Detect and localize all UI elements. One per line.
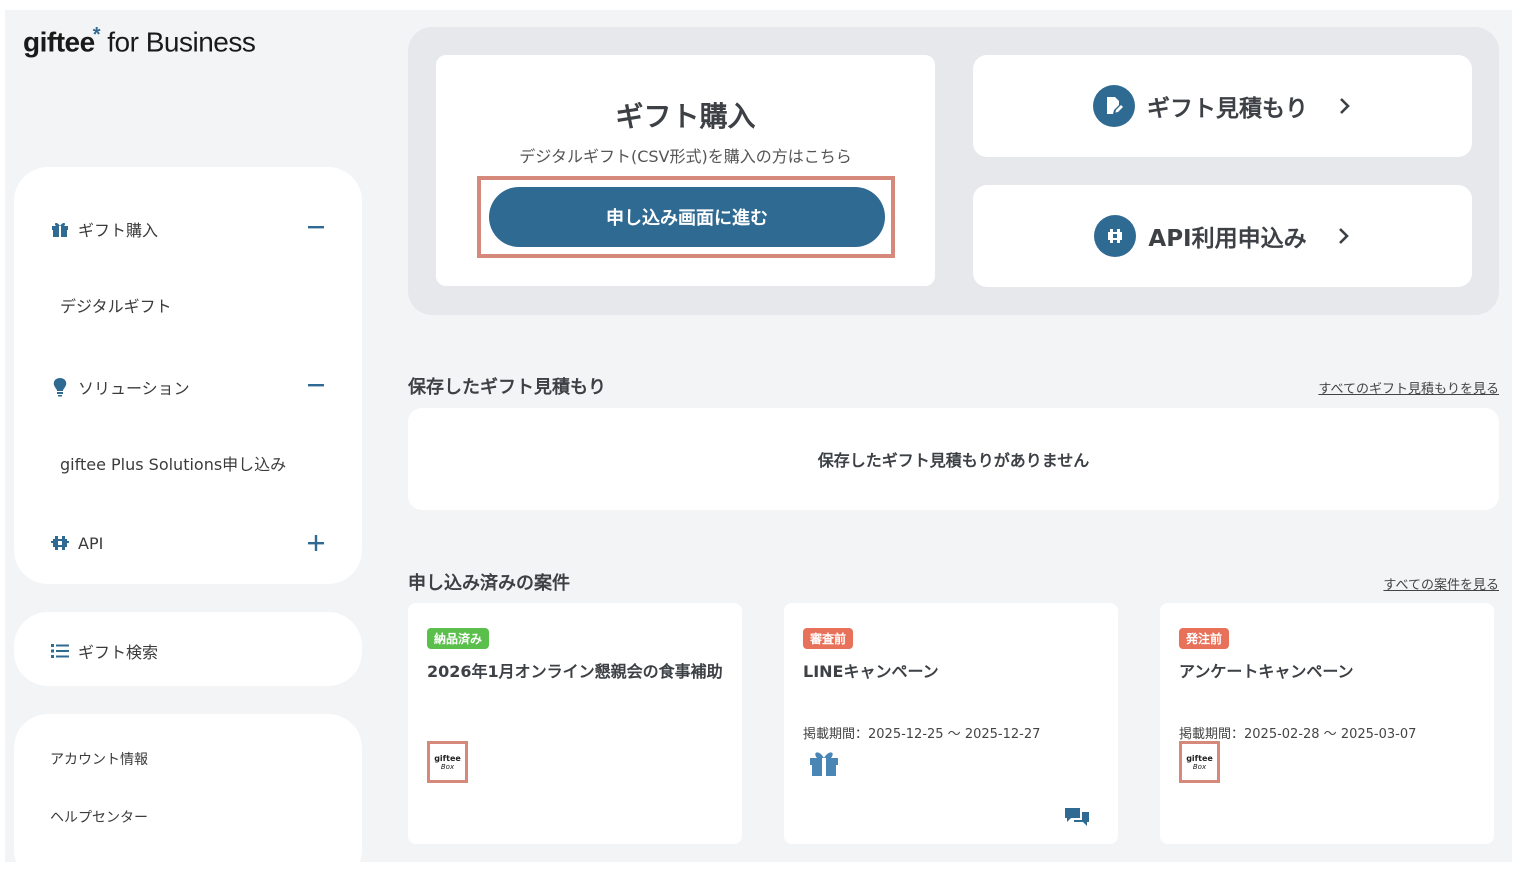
- sidebar-item-label: ギフト検索: [78, 643, 159, 662]
- case-period: 掲載期間：2025-12-25 〜 2025-12-27: [803, 727, 1041, 742]
- top-panel: ギフト購入 デジタルギフト(CSV形式)を購入の方はこちら 申し込み画面に進む …: [408, 27, 1499, 315]
- highlight-frame: 申し込み画面に進む: [477, 176, 895, 258]
- apply-button[interactable]: 申し込み画面に進む: [489, 187, 885, 247]
- puzzle-icon: [1094, 215, 1137, 257]
- sidebar-section-label: API: [78, 533, 104, 553]
- gift-estimate-link[interactable]: ギフト見積もり: [973, 55, 1472, 157]
- sidebar-item-account-info[interactable]: アカウント情報: [50, 749, 148, 769]
- sidebar-section-label: ソリューション: [78, 379, 190, 398]
- cases-title: 申し込み済みの案件: [408, 573, 570, 594]
- sidebar-item-help-center[interactable]: ヘルプセンター: [50, 807, 148, 827]
- sidebar-item-digital-gift[interactable]: デジタルギフト: [60, 293, 172, 317]
- chevron-right-icon: [1340, 98, 1350, 114]
- saved-estimates-title: 保存したギフト見積もり: [408, 377, 606, 398]
- puzzle-icon: [50, 533, 70, 553]
- sidebar-section-api[interactable]: API: [50, 533, 103, 553]
- chat-icon: [1065, 808, 1089, 826]
- giftee-box-thumbnail: giftee Box: [427, 741, 468, 783]
- case-card[interactable]: 納品済み 2026年1月オンライン懇親会の食事補助 giftee Box: [408, 603, 742, 844]
- status-badge: 納品済み: [427, 628, 490, 649]
- view-all-estimates-link[interactable]: すべてのギフト見積もりを見る: [1318, 378, 1499, 397]
- case-title: 2026年1月オンライン懇親会の食事補助: [427, 662, 723, 681]
- sidebar-section-gift-purchase[interactable]: ギフト購入: [50, 217, 158, 241]
- gift-icon: [50, 219, 70, 239]
- sidebar-account: アカウント情報 ヘルプセンター: [14, 714, 362, 862]
- case-title: アンケートキャンペーン: [1179, 662, 1354, 681]
- gift-purchase-subtitle: デジタルギフト(CSV形式)を購入の方はこちら: [519, 147, 852, 166]
- api-application-link[interactable]: API利用申込み: [973, 185, 1472, 287]
- plus-icon[interactable]: [306, 533, 326, 553]
- app-frame: giftee* for Business ギフト購入 デジタルギフト ソリューシ…: [5, 10, 1512, 862]
- empty-message: 保存したギフト見積もりがありません: [817, 451, 1090, 470]
- saved-estimates-empty: 保存したギフト見積もりがありません: [408, 408, 1499, 510]
- giftee-box-thumbnail: giftee Box: [1179, 741, 1220, 783]
- gift-icon: [810, 752, 838, 776]
- sidebar-item-giftee-plus-solutions[interactable]: giftee Plus Solutions申し込み: [60, 451, 286, 475]
- lightbulb-icon: [50, 377, 70, 397]
- gift-purchase-title: ギフト購入: [615, 100, 756, 133]
- sidebar-section-label: ギフト購入: [78, 221, 159, 240]
- minus-icon[interactable]: [306, 375, 326, 395]
- status-badge: 審査前: [803, 628, 854, 649]
- giftee-logo[interactable]: giftee* for Business: [23, 24, 256, 58]
- sidebar-section-solution[interactable]: ソリューション: [50, 375, 190, 399]
- sidebar-gift-search[interactable]: ギフト検索: [14, 612, 362, 686]
- edit-document-icon: [1093, 85, 1135, 127]
- case-card[interactable]: 発注前 アンケートキャンペーン 掲載期間：2025-02-28 〜 2025-0…: [1160, 603, 1494, 844]
- list-icon: [50, 641, 70, 661]
- case-card[interactable]: 審査前 LINEキャンペーン 掲載期間：2025-12-25 〜 2025-12…: [784, 603, 1118, 844]
- chevron-right-icon: [1338, 228, 1349, 244]
- view-all-cases-link[interactable]: すべての案件を見る: [1383, 574, 1499, 593]
- gift-estimate-label: ギフト見積もり: [1147, 96, 1308, 122]
- api-application-label: API利用申込み: [1148, 226, 1307, 252]
- sidebar-item-gift-search[interactable]: ギフト検索: [50, 639, 158, 663]
- case-title: LINEキャンペーン: [803, 662, 939, 681]
- case-period: 掲載期間：2025-02-28 〜 2025-03-07: [1179, 727, 1417, 742]
- gift-purchase-card: ギフト購入 デジタルギフト(CSV形式)を購入の方はこちら 申し込み画面に進む: [436, 55, 935, 286]
- status-badge: 発注前: [1179, 628, 1230, 649]
- minus-icon[interactable]: [306, 217, 326, 237]
- sidebar-nav: ギフト購入 デジタルギフト ソリューション giftee Plus Soluti…: [14, 167, 362, 584]
